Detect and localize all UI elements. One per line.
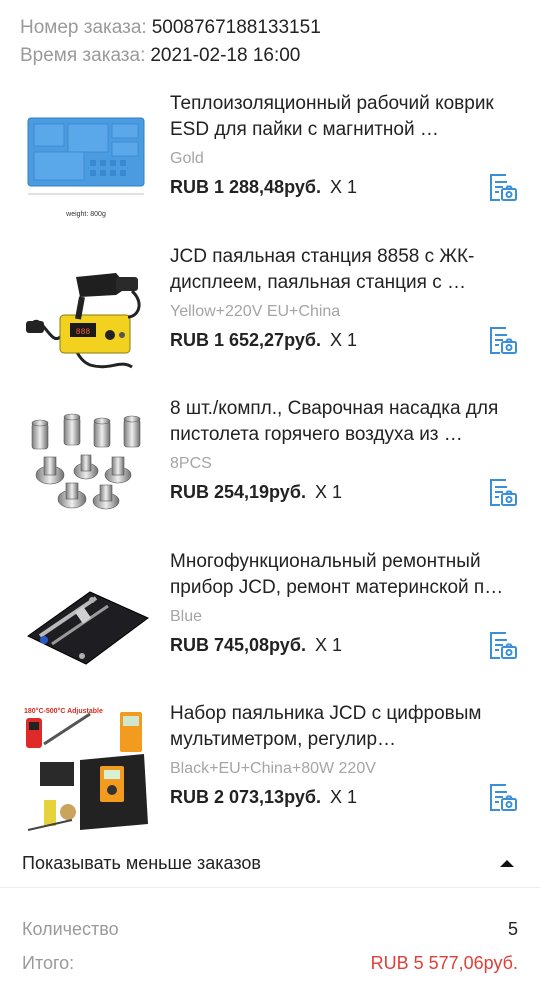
list-item[interactable]: Многофункциональный ремонтный прибор JCD… — [0, 544, 540, 697]
product-image[interactable] — [20, 551, 152, 684]
item-qty: X 1 — [329, 177, 357, 197]
order-items-list: weight: 800g Теплоизоляционный рабочий к… — [0, 86, 540, 849]
image-temp-text: 180°C-500°C Adjustable — [24, 707, 103, 715]
document-photo-icon[interactable] — [486, 324, 518, 356]
item-qty: X 1 — [314, 634, 342, 655]
item-variant: Black+EU+China+80W 220V — [170, 760, 376, 777]
list-item[interactable]: 888 JCD паяльная станция 8858 с ЖК-диспл… — [0, 239, 540, 392]
item-info: Теплоизоляционный рабочий коврик ESD для… — [170, 91, 520, 199]
item-price-row: RUB 2 073,13руб. X 1 — [170, 785, 520, 809]
item-variant: Gold — [170, 150, 204, 167]
item-title[interactable]: 8 шт./компл., Сварочная насадка для пист… — [170, 396, 520, 448]
order-time-row: Время заказа: 2021-02-18 16:00 — [20, 42, 520, 70]
product-image[interactable]: 888 — [20, 246, 152, 379]
document-photo-icon[interactable] — [486, 781, 518, 813]
order-summary: Количество 5 Итого: RUB 5 577,06руб. — [22, 912, 518, 980]
svg-text:888: 888 — [76, 328, 91, 337]
caret-up-icon — [500, 860, 514, 867]
item-qty: X 1 — [314, 482, 342, 502]
item-qty: X 1 — [329, 787, 357, 807]
document-photo-icon[interactable] — [486, 171, 518, 203]
show-fewer-orders-toggle[interactable]: Показывать меньше заказов — [0, 840, 540, 888]
total-row: Итого: RUB 5 577,06руб. — [22, 946, 518, 980]
order-number-row: Номер заказа: 5008767188133151 — [20, 14, 520, 42]
document-photo-icon[interactable] — [486, 629, 518, 661]
order-number-value: 5008767188133151 — [151, 17, 321, 38]
document-photo-icon[interactable] — [486, 476, 518, 508]
item-price: RUB 1 288,48руб. — [170, 177, 321, 197]
toggle-label: Показывать меньше заказов — [22, 853, 261, 873]
item-title[interactable]: Набор паяльника JCD с цифровым мультимет… — [170, 701, 520, 753]
item-title[interactable]: JCD паяльная станция 8858 с ЖК-дисплеем,… — [170, 244, 520, 296]
item-qty: X 1 — [329, 329, 357, 350]
item-price-row: RUB 1 288,48руб. X 1 — [170, 175, 520, 199]
product-image[interactable] — [20, 399, 152, 531]
item-price-row: RUB 254,19руб. X 1 — [170, 480, 520, 504]
product-image[interactable]: 180°C-500°C Adjustable — [20, 704, 152, 836]
order-time-label: Время заказа: — [20, 45, 146, 66]
item-info: Многофункциональный ремонтный прибор JCD… — [170, 549, 520, 657]
image-weight-text: weight: 800g — [65, 211, 106, 218]
item-title[interactable]: Многофункциональный ремонтный прибор JCD… — [170, 549, 520, 601]
item-price: RUB 745,08руб. — [170, 634, 306, 655]
item-price-row: RUB 1 652,27руб. X 1 — [170, 328, 520, 352]
item-price: RUB 254,19руб. — [170, 482, 306, 502]
list-item[interactable]: weight: 800g Теплоизоляционный рабочий к… — [0, 86, 540, 239]
item-variant: Yellow+220V EU+China — [170, 302, 341, 320]
item-info: 8 шт./компл., Сварочная насадка для пист… — [170, 396, 520, 504]
order-time-value: 2021-02-18 16:00 — [150, 45, 301, 66]
item-variant: 8PCS — [170, 455, 212, 472]
item-title[interactable]: Теплоизоляционный рабочий коврик ESD для… — [170, 91, 520, 143]
total-label: Итого: — [22, 953, 75, 973]
product-image[interactable]: weight: 800g — [20, 94, 152, 226]
list-item[interactable]: 8 шт./компл., Сварочная насадка для пист… — [0, 391, 540, 544]
item-price: RUB 1 652,27руб. — [170, 329, 321, 350]
quantity-value: 5 — [507, 919, 518, 939]
quantity-row: Количество 5 — [22, 912, 518, 946]
order-number-label: Номер заказа: — [20, 17, 147, 38]
item-price-row: RUB 745,08руб. X 1 — [170, 633, 520, 657]
item-price: RUB 2 073,13руб. — [170, 787, 321, 807]
total-value: RUB 5 577,06руб. — [370, 953, 518, 973]
item-info: JCD паяльная станция 8858 с ЖК-дисплеем,… — [170, 244, 520, 352]
item-variant: Blue — [170, 607, 203, 625]
item-info: Набор паяльника JCD с цифровым мультимет… — [170, 701, 520, 809]
order-header: Номер заказа: 5008767188133151 Время зак… — [0, 0, 540, 70]
quantity-label: Количество — [22, 919, 119, 939]
list-item[interactable]: 180°C-500°C Adjustable Набор паяльника J… — [0, 696, 540, 849]
